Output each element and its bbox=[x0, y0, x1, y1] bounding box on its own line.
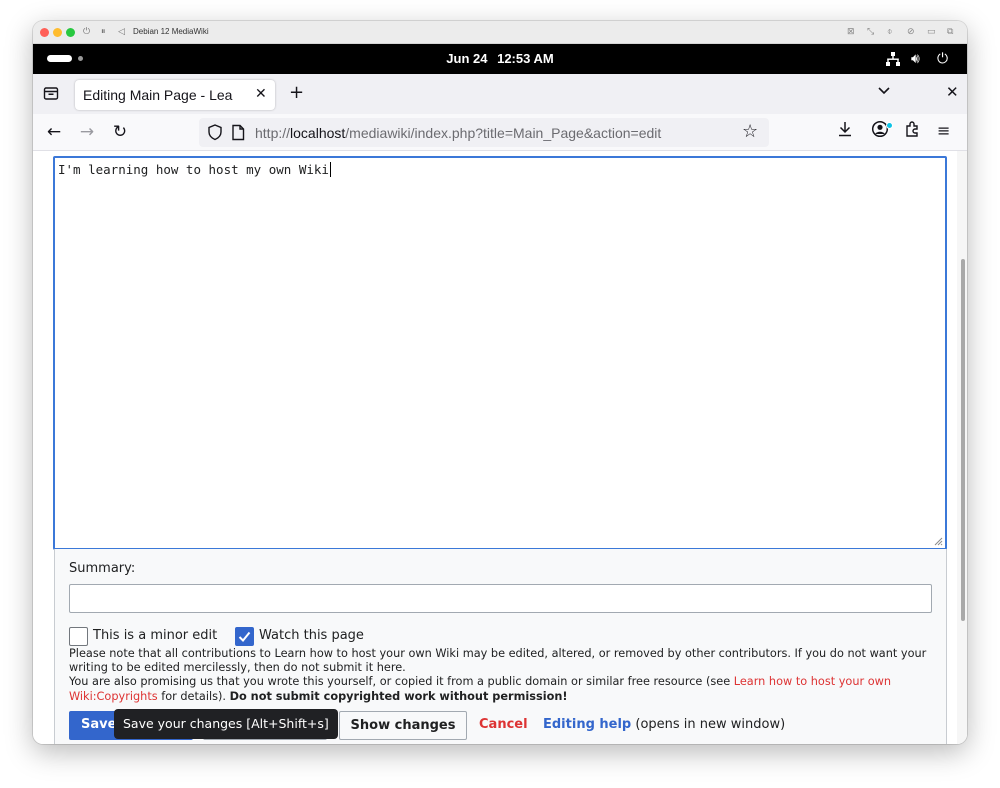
folder-icon[interactable]: ▭ bbox=[927, 26, 936, 38]
forward-arrow-icon[interactable]: → bbox=[76, 121, 98, 143]
notice-warning: Do not submit copyrighted work without p… bbox=[229, 689, 568, 703]
shield-icon[interactable] bbox=[206, 123, 224, 141]
close-icon[interactable]: ✕ bbox=[946, 83, 959, 101]
resize-grip-icon[interactable] bbox=[934, 537, 943, 546]
url-path: /mediawiki/index.php?title=Main_Page&act… bbox=[345, 125, 662, 141]
summary-input[interactable] bbox=[69, 584, 932, 613]
clock-time: 12:53 AM bbox=[497, 51, 554, 66]
vm-window: ⏻ ⏸ ◁ Debian 12 MediaWiki ⊠ ⤡ ⌽ ⊘ ▭ ⧉ Ju… bbox=[33, 21, 967, 744]
url-prefix: http:// bbox=[255, 125, 291, 141]
tab-strip: Editing Main Page - Learn how to host yo… bbox=[33, 74, 967, 114]
editor-text: I'm learning how to host my own Wiki bbox=[58, 162, 329, 177]
show-changes-button[interactable]: Show changes bbox=[339, 711, 467, 740]
bookmark-star-icon[interactable]: ☆ bbox=[742, 121, 758, 142]
notice-line-2-end: for details). bbox=[157, 689, 230, 703]
license-notice: Please note that all contributions to Le… bbox=[69, 647, 939, 704]
volume-icon[interactable]: 🔊︎ bbox=[911, 51, 920, 67]
resize-icon[interactable]: ⤡ bbox=[867, 26, 874, 38]
notice-line-2: You are also promising us that you wrote… bbox=[69, 675, 939, 703]
power-menu-icon[interactable]: ⏻ bbox=[937, 51, 948, 67]
editing-help-link[interactable]: Editing help bbox=[543, 717, 631, 732]
download-icon[interactable] bbox=[837, 120, 853, 144]
extensions-icon[interactable] bbox=[904, 120, 920, 144]
menu-icon[interactable]: ≡ bbox=[937, 120, 950, 142]
tab-active[interactable]: Editing Main Page - Learn how to host yo… bbox=[75, 80, 275, 110]
zoom-window-button[interactable] bbox=[66, 28, 75, 37]
network-icon[interactable] bbox=[885, 51, 901, 71]
editing-help-suffix: (opens in new window) bbox=[635, 717, 786, 732]
pause-icon[interactable]: ⏸ bbox=[101, 26, 106, 38]
notice-line-2-start: You are also promising us that you wrote… bbox=[69, 675, 734, 689]
new-tab-icon[interactable]: + bbox=[289, 83, 304, 103]
back-icon[interactable]: ◁ bbox=[118, 26, 125, 38]
minor-edit-checkbox[interactable] bbox=[69, 627, 88, 646]
back-arrow-icon[interactable]: ← bbox=[43, 121, 65, 143]
url-host: localhost bbox=[290, 125, 346, 141]
page-content: I'm learning how to host my own Wiki Sum… bbox=[33, 151, 967, 744]
summary-label: Summary: bbox=[69, 561, 136, 576]
windows-icon[interactable]: ⧉ bbox=[947, 26, 953, 38]
close-window-button[interactable] bbox=[40, 28, 49, 37]
reload-icon[interactable]: ↻ bbox=[109, 121, 131, 143]
watch-page-label[interactable]: Watch this page bbox=[259, 628, 364, 643]
notice-line-1: Please note that all contributions to Le… bbox=[69, 647, 927, 675]
power-icon[interactable]: ⏻ bbox=[83, 26, 90, 38]
cancel-link[interactable]: Cancel bbox=[479, 717, 528, 732]
checkmark-icon bbox=[238, 631, 251, 642]
url-bar[interactable]: http://localhost/mediawiki/index.php?tit… bbox=[199, 118, 769, 147]
nav-bar: ← → ↻ http://localhost/mediawiki/index.p… bbox=[33, 114, 967, 151]
tab-title: Editing Main Page - Learn how to host yo… bbox=[83, 87, 233, 103]
settings-icon[interactable]: ⊘ bbox=[907, 26, 915, 38]
minor-edit-label[interactable]: This is a minor edit bbox=[93, 628, 217, 643]
usb-icon[interactable]: ⌽ bbox=[887, 26, 892, 38]
account-badge bbox=[886, 122, 893, 129]
vm-titlebar: ⏻ ⏸ ◁ Debian 12 MediaWiki ⊠ ⤡ ⌽ ⊘ ▭ ⧉ bbox=[33, 21, 967, 44]
chevron-down-icon[interactable] bbox=[877, 84, 891, 100]
editing-help: Editing help (opens in new window) bbox=[543, 717, 785, 732]
vm-title: Debian 12 MediaWiki bbox=[133, 27, 209, 36]
minimize-window-button[interactable] bbox=[53, 28, 62, 37]
watch-page-checkbox[interactable] bbox=[235, 627, 254, 646]
firefox-view-icon[interactable] bbox=[43, 85, 59, 101]
clock[interactable]: Jun 24 12:53 AM bbox=[33, 51, 967, 66]
clock-date: Jun 24 bbox=[446, 51, 488, 66]
page-icon[interactable] bbox=[231, 124, 245, 141]
url-text[interactable]: http://localhost/mediawiki/index.php?tit… bbox=[255, 125, 661, 141]
scrollbar-thumb[interactable] bbox=[961, 259, 965, 621]
save-tooltip: Save your changes [Alt+Shift+s] bbox=[114, 709, 338, 739]
text-caret bbox=[329, 162, 331, 177]
wikitext-editor[interactable]: I'm learning how to host my own Wiki bbox=[53, 156, 947, 550]
tab-close-icon[interactable]: ✕ bbox=[255, 86, 267, 102]
screenshot-icon[interactable]: ⊠ bbox=[847, 26, 855, 38]
gnome-top-bar: Jun 24 12:53 AM 🔊︎ ⏻ bbox=[33, 44, 967, 74]
